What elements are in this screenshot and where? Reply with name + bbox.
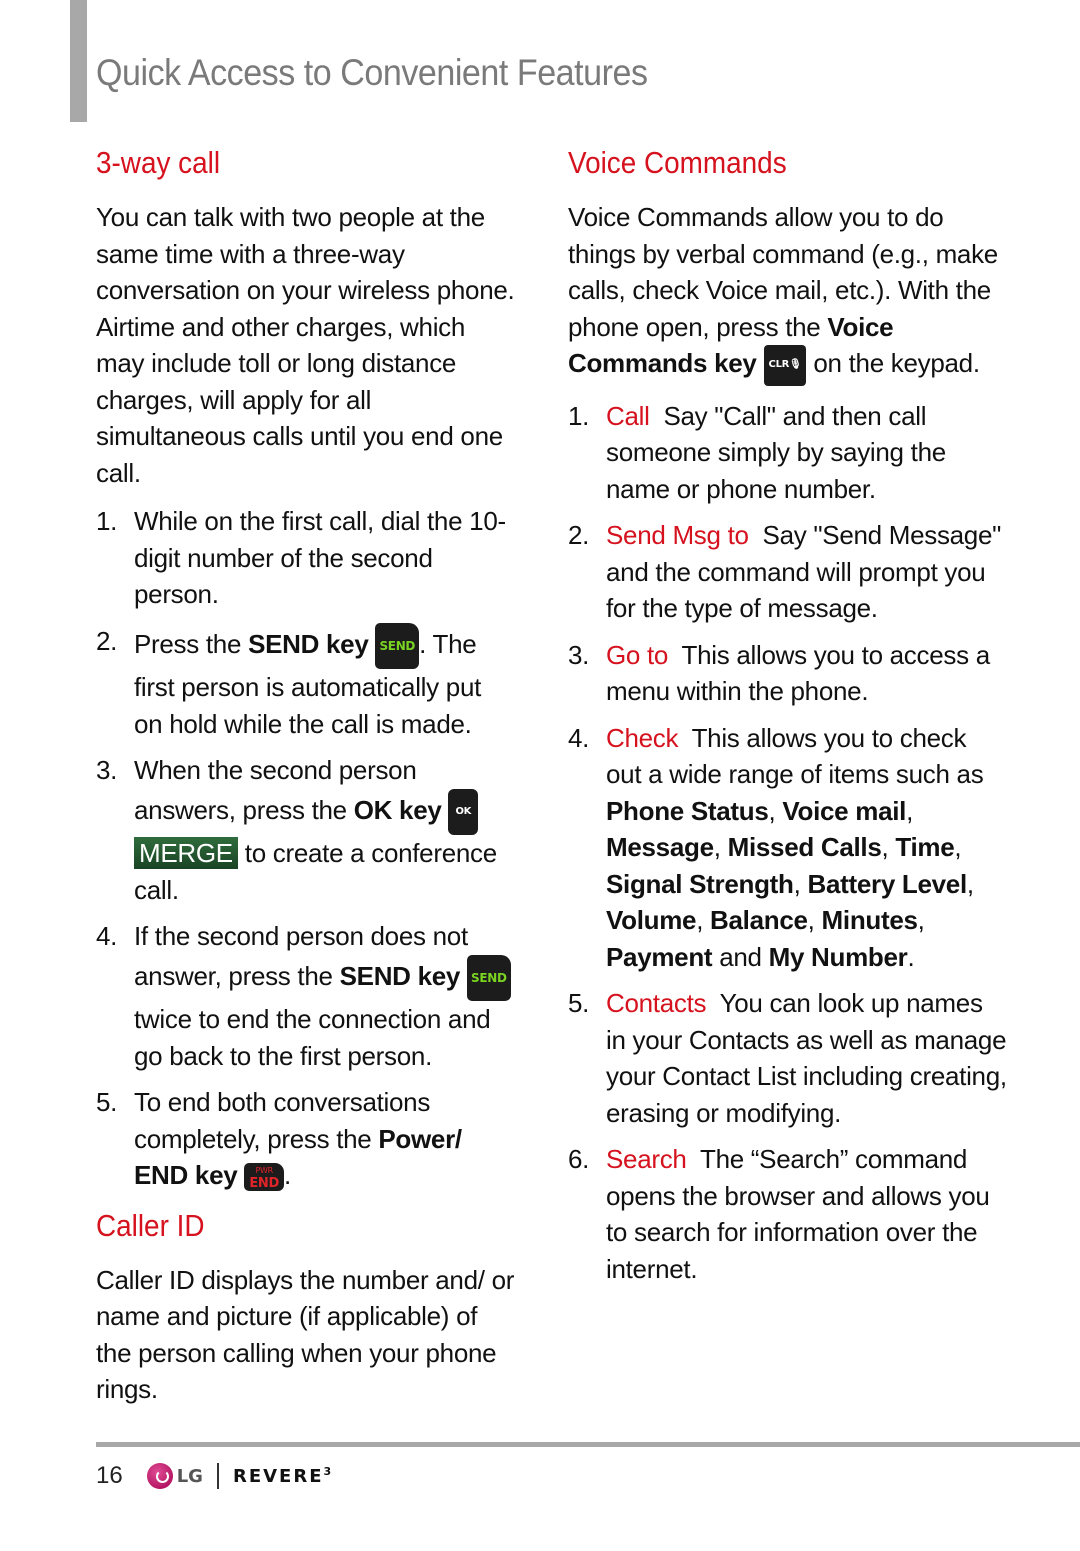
right-column: Voice Commands Voice Commands allow you … xyxy=(568,145,1008,1297)
command-label: Call xyxy=(606,400,650,431)
step-number: 2. xyxy=(568,520,590,550)
left-column: 3-way call You can talk with two people … xyxy=(96,145,516,1420)
voice-command-call: 1. Call Say "Call" and then call someone… xyxy=(568,398,1008,508)
step-3: 3. When the second person answers, press… xyxy=(96,752,516,908)
caller-id-text: Caller ID displays the number and/ or na… xyxy=(96,1264,515,1405)
command-label: Send Msg to xyxy=(606,520,749,550)
send-key-icon: SEND xyxy=(467,954,511,1001)
voice-commands-intro: Voice Commands allow you to do things by… xyxy=(568,199,1008,386)
step-number: 1. xyxy=(568,400,590,431)
step-number: 5. xyxy=(568,988,590,1018)
step-5: 5. To end both conversations completely,… xyxy=(96,1084,516,1194)
page-title: Quick Access to Convenient Features xyxy=(96,52,648,93)
check-item: My Number xyxy=(768,941,908,972)
step-number: 5. xyxy=(96,1087,118,1117)
end-label: END xyxy=(249,1176,279,1192)
send-key-label: SEND key xyxy=(248,628,369,659)
clr-voice-key-icon: CLR🎙 xyxy=(763,345,807,386)
voice-commands-list: 1. Call Say "Call" and then call someone… xyxy=(568,398,1008,1288)
chapter-side-bar xyxy=(70,0,87,122)
command-text: Say "Call" and then call someone simply … xyxy=(606,400,946,504)
step-4: 4. If the second person does not answer,… xyxy=(96,918,516,1074)
step-number: 4. xyxy=(96,921,118,951)
step-number: 2. xyxy=(96,625,118,656)
intro-text: on the keypad. xyxy=(806,348,980,379)
check-item: Voice mail xyxy=(782,795,907,826)
lg-wordmark: LG xyxy=(176,1465,203,1487)
check-item: Missed Calls xyxy=(727,832,882,862)
send-key-icon: SEND xyxy=(375,622,420,669)
send-key-label: SEND key xyxy=(339,960,461,991)
model-name: REVERE3 xyxy=(233,1465,333,1487)
step-number: 3. xyxy=(96,755,118,785)
lg-logo: LG xyxy=(146,1463,203,1489)
voice-command-contacts: 5. Contacts You can look up names in you… xyxy=(568,985,1008,1131)
check-item: Payment xyxy=(606,941,713,972)
voice-command-send-msg: 2. Send Msg to Say "Send Message" and th… xyxy=(568,517,1008,627)
step-2: 2. Press the SEND key SEND. The first pe… xyxy=(96,622,516,743)
model-suffix: 3 xyxy=(323,1465,334,1478)
power-end-key-icon: PWR END xyxy=(244,1163,284,1192)
voice-command-search: 6. Search The “Search” command opens the… xyxy=(568,1141,1008,1287)
voice-command-go-to: 3. Go to This allows you to access a men… xyxy=(568,637,1008,710)
step-number: 3. xyxy=(568,639,590,670)
check-item: Balance xyxy=(710,905,808,935)
check-item: Minutes xyxy=(821,905,918,935)
check-item: Battery Level xyxy=(807,868,967,899)
ok-key-icon: OK xyxy=(448,788,479,835)
clr-label: CLR xyxy=(768,359,790,370)
command-label: Go to xyxy=(606,639,669,670)
section-heading-voice-commands: Voice Commands xyxy=(568,145,787,180)
lg-face-icon xyxy=(146,1463,173,1489)
ok-key-label: OK key xyxy=(353,794,442,825)
section-heading-caller-id: Caller ID xyxy=(96,1207,205,1243)
check-item: Phone Status xyxy=(606,795,769,826)
3-way-call-steps: 1. While on the first call, dial the 10-… xyxy=(96,503,516,1194)
footer-divider xyxy=(216,1463,219,1489)
step-1: 1. While on the first call, dial the 10-… xyxy=(96,503,516,613)
check-item: Volume xyxy=(606,905,697,935)
3-way-call-intro: You can talk with two people at the same… xyxy=(96,202,515,488)
step-text: While on the first call, dial the 10-dig… xyxy=(134,506,506,609)
check-item: Signal Strength xyxy=(606,868,794,899)
check-item: Message xyxy=(606,832,714,862)
step-number: 4. xyxy=(568,722,590,753)
voice-command-check: 4. Check This allows you to check out a … xyxy=(568,720,1008,976)
command-label: Contacts xyxy=(606,988,707,1018)
command-label: Check xyxy=(606,722,679,753)
intro-text: Voice Commands allow you to do things by… xyxy=(568,202,998,342)
footer-rule xyxy=(96,1442,1080,1447)
step-text: . xyxy=(284,1160,291,1190)
step-text: Press the xyxy=(134,628,249,659)
merge-softkey-icon: MERGE xyxy=(134,837,238,869)
command-label: Search xyxy=(606,1144,687,1174)
step-number: 1. xyxy=(96,506,118,536)
check-item: Time xyxy=(895,832,955,862)
section-heading-3-way-call: 3-way call xyxy=(96,145,221,180)
step-number: 6. xyxy=(568,1144,590,1174)
model-wordmark: REVERE xyxy=(232,1466,324,1487)
page-footer: 16 LG REVERE3 xyxy=(96,1462,333,1490)
page-number: 16 xyxy=(96,1462,123,1489)
step-text: twice to end the connection and go back … xyxy=(134,1004,491,1071)
